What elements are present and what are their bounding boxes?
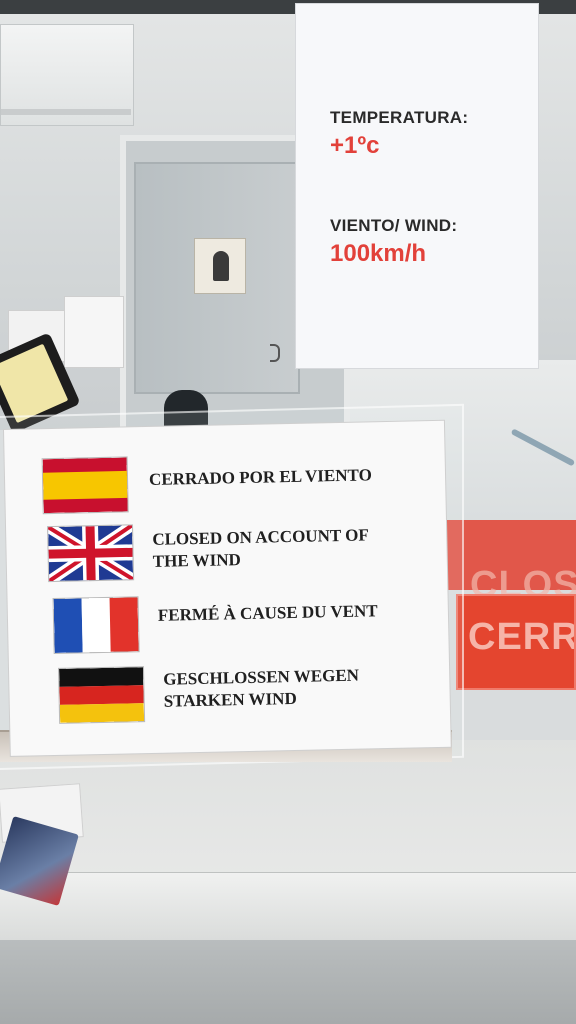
poster-portrait [213,251,229,281]
germany-flag-icon [59,667,145,723]
ticket-counter-photo: TEMPERATURA: +1ºc VIENTO/ WIND: 100km/h … [0,0,576,1024]
wind-label: VIENTO/ WIND: [330,216,458,235]
counter-edge [0,872,576,943]
wall-poster [194,238,246,294]
temperature-label: TEMPERATURA: [330,108,469,127]
door-handle [270,344,280,362]
floor [0,940,576,1024]
france-flag-icon [53,597,139,653]
notice-text-english: CLOSED ON ACCOUNT OF THE WIND [152,525,369,571]
notice-row-german: GESCHLOSSEN WEGEN STARKEN WIND [9,657,450,732]
notice-text-spanish: CERRADO POR EL VIENTO [148,465,372,489]
notice-text-french: FERMÉ À CAUSE DU VENT [157,601,378,625]
notice-text-german: GESCHLOSSEN WEGEN STARKEN WIND [163,665,360,711]
weather-sign: TEMPERATURA: +1ºc VIENTO/ WIND: 100km/h [296,4,538,368]
uk-flag-icon [48,525,134,582]
wind-value: 100km/h [330,240,427,267]
notice-row-spanish: CERRADO POR EL VIENTO [5,445,446,520]
wall-notice-right [64,296,124,368]
air-conditioner [0,24,134,126]
spain-flag-icon [42,457,128,514]
notice-row-english: CLOSED ON ACCOUNT OF THE WIND [6,517,447,592]
closure-notice: CERRADO POR EL VIENTO CLOSED ON ACCOUNT … [4,420,451,756]
notice-row-french: FERMÉ À CAUSE DU VENT [8,589,449,664]
temperature-value: +1ºc [330,132,380,159]
red-sign-front-text: CERRA [468,616,574,658]
red-sign-front: CERRA [456,594,576,690]
tablet-screen [0,343,69,424]
